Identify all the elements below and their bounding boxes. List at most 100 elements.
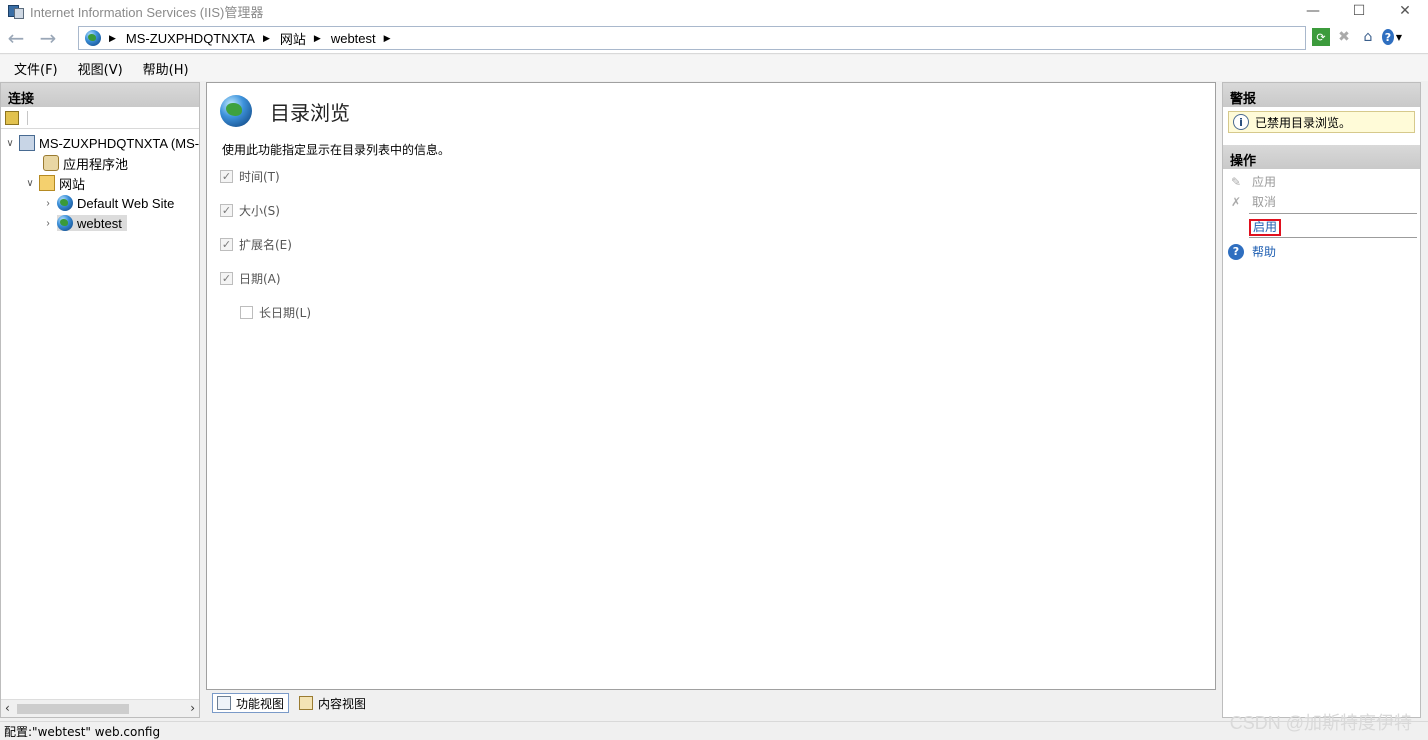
connections-toolbar bbox=[1, 107, 199, 129]
server-icon bbox=[19, 135, 35, 151]
home-icon[interactable]: ⌂ bbox=[1358, 26, 1378, 48]
checkbox-box[interactable]: ✓ bbox=[220, 238, 233, 251]
tree-node-app-pools[interactable]: 应用程序池 bbox=[43, 153, 128, 173]
breadcrumb-arrow-icon[interactable]: ▶ bbox=[384, 33, 391, 44]
tree-label-server[interactable]: MS-ZUXPHDQTNXTA (MS- bbox=[39, 136, 199, 151]
feature-title: 目录浏览 bbox=[270, 103, 350, 125]
horizontal-scrollbar[interactable]: ‹ › bbox=[1, 699, 199, 717]
checkbox-size[interactable]: ✓ 大小(S) bbox=[220, 202, 280, 219]
window-title: Internet Information Services (IIS)管理器 bbox=[30, 4, 264, 20]
apply-icon: ✎ bbox=[1230, 174, 1242, 189]
breadcrumb-arrow-icon[interactable]: ▶ bbox=[263, 33, 270, 44]
content-view-icon bbox=[299, 696, 314, 710]
toolbar-divider bbox=[27, 110, 28, 125]
checkbox-long-date[interactable]: 长日期(L) bbox=[240, 304, 311, 321]
action-label: 帮助 bbox=[1252, 245, 1277, 259]
action-enable[interactable]: 启用 bbox=[1249, 219, 1282, 236]
features-view-icon bbox=[217, 696, 231, 710]
refresh-icon[interactable]: ⟳ bbox=[1312, 28, 1330, 46]
checkbox-label: 日期(A) bbox=[239, 272, 281, 286]
alerts-title: 警报 bbox=[1223, 83, 1420, 107]
status-text: 配置:"webtest" web.config bbox=[4, 724, 161, 739]
breadcrumb-webtest[interactable]: webtest bbox=[331, 31, 376, 46]
status-bar: 配置:"webtest" web.config bbox=[0, 721, 1428, 740]
watermark-text: CSDN @加斯特度伊特 bbox=[1229, 713, 1412, 733]
view-tabs: 功能视图 内容视图 bbox=[206, 691, 1216, 715]
tab-label: 内容视图 bbox=[318, 696, 367, 711]
expand-icon[interactable]: › bbox=[43, 218, 53, 229]
tree-node-server[interactable]: ∨ MS-ZUXPHDQTNXTA (MS- bbox=[5, 133, 199, 153]
action-label[interactable]: 启用 bbox=[1249, 219, 1282, 236]
navigation-bar: ← → ▶ MS-ZUXPHDQTNXTA ▶ 网站 ▶ webtest ▶ ⟳… bbox=[0, 22, 1428, 54]
maximize-button[interactable]: ☐ bbox=[1336, 0, 1382, 22]
selected-node[interactable]: webtest bbox=[57, 215, 127, 231]
tab-features-view[interactable]: 功能视图 bbox=[212, 693, 290, 713]
stop-icon[interactable]: ✖ bbox=[1334, 26, 1354, 48]
actions-title: 操作 bbox=[1223, 145, 1420, 169]
tree-label-default-site[interactable]: Default Web Site bbox=[77, 196, 174, 211]
menu-file[interactable]: 文件(F) bbox=[14, 59, 58, 78]
tree-label-webtest[interactable]: webtest bbox=[77, 216, 122, 231]
checkbox-label: 扩展名(E) bbox=[239, 238, 292, 252]
checkbox-time[interactable]: ✓ 时间(T) bbox=[220, 168, 280, 185]
help-icon: ? bbox=[1228, 243, 1244, 260]
actions-pane: 警报 i 已禁用目录浏览。 操作 ✎ 应用 ✗ 取消 启用 ? 帮助 bbox=[1222, 82, 1421, 718]
scroll-thumb[interactable] bbox=[17, 704, 129, 714]
connections-pane: 连接 ∨ MS-ZUXPHDQTNXTA (MS- 应用程序池 ∨ 网站 › D… bbox=[0, 82, 200, 718]
action-help[interactable]: ? 帮助 bbox=[1228, 243, 1276, 260]
menu-view[interactable]: 视图(V) bbox=[78, 59, 123, 78]
feature-description: 使用此功能指定显示在目录列表中的信息。 bbox=[222, 143, 451, 157]
globe-icon bbox=[85, 30, 101, 46]
breadcrumb-arrow-icon[interactable]: ▶ bbox=[314, 33, 321, 44]
actions-divider bbox=[1249, 237, 1417, 238]
tab-label: 功能视图 bbox=[236, 696, 285, 711]
alert-message: 已禁用目录浏览。 bbox=[1255, 115, 1352, 130]
expand-icon[interactable]: › bbox=[43, 198, 53, 209]
app-pool-icon bbox=[43, 155, 59, 171]
forward-button[interactable]: → bbox=[36, 26, 60, 50]
collapse-icon[interactable]: ∨ bbox=[5, 138, 15, 149]
scroll-left-icon[interactable]: ‹ bbox=[5, 701, 10, 715]
checkbox-label: 时间(T) bbox=[239, 170, 280, 184]
tree-node-sites[interactable]: ∨ 网站 bbox=[25, 173, 85, 193]
breadcrumb-arrow-icon[interactable]: ▶ bbox=[109, 33, 116, 44]
checkbox-date[interactable]: ✓ 日期(A) bbox=[220, 270, 281, 287]
scroll-right-icon[interactable]: › bbox=[190, 701, 195, 715]
alert-message-box: i 已禁用目录浏览。 bbox=[1228, 111, 1415, 133]
checkbox-extension[interactable]: ✓ 扩展名(E) bbox=[220, 236, 292, 253]
checkbox-box[interactable]: ✓ bbox=[220, 272, 233, 285]
close-button[interactable]: ✕ bbox=[1382, 0, 1428, 22]
breadcrumb-server[interactable]: MS-ZUXPHDQTNXTA bbox=[126, 31, 255, 46]
address-bar[interactable]: ▶ MS-ZUXPHDQTNXTA ▶ 网站 ▶ webtest ▶ bbox=[78, 26, 1306, 50]
connect-icon[interactable] bbox=[5, 110, 19, 125]
title-bar: Internet Information Services (IIS)管理器 —… bbox=[0, 0, 1428, 22]
tree-label-app-pools[interactable]: 应用程序池 bbox=[63, 154, 128, 173]
minimize-button[interactable]: — bbox=[1290, 0, 1336, 22]
menu-help[interactable]: 帮助(H) bbox=[143, 59, 189, 78]
connections-title: 连接 bbox=[1, 83, 199, 107]
website-icon bbox=[57, 215, 73, 231]
checkbox-label: 大小(S) bbox=[239, 204, 280, 218]
feature-pane: 目录浏览 使用此功能指定显示在目录列表中的信息。 ✓ 时间(T) ✓ 大小(S)… bbox=[206, 82, 1216, 690]
website-icon bbox=[57, 195, 73, 211]
actions-divider bbox=[1249, 213, 1417, 214]
checkbox-label: 长日期(L) bbox=[259, 306, 312, 320]
tree-node-default-site[interactable]: › Default Web Site bbox=[43, 193, 174, 213]
action-label: 应用 bbox=[1252, 175, 1277, 189]
checkbox-box[interactable]: ✓ bbox=[220, 170, 233, 183]
sites-folder-icon bbox=[39, 175, 55, 191]
checkbox-box[interactable]: ✓ bbox=[220, 204, 233, 217]
checkbox-box[interactable] bbox=[240, 306, 253, 319]
iis-manager-icon bbox=[8, 3, 24, 19]
tree-label-sites[interactable]: 网站 bbox=[59, 174, 85, 193]
collapse-icon[interactable]: ∨ bbox=[25, 178, 35, 189]
help-dropdown-icon[interactable]: ? ▼ bbox=[1382, 26, 1402, 48]
tab-content-view[interactable]: 内容视图 bbox=[295, 693, 370, 713]
action-cancel[interactable]: ✗ 取消 bbox=[1228, 193, 1276, 210]
breadcrumb-sites[interactable]: 网站 bbox=[280, 29, 306, 48]
back-button[interactable]: ← bbox=[4, 26, 28, 50]
directory-browsing-icon bbox=[220, 95, 252, 127]
action-label: 取消 bbox=[1252, 195, 1277, 209]
action-apply[interactable]: ✎ 应用 bbox=[1228, 173, 1276, 190]
tree-node-webtest[interactable]: › webtest bbox=[43, 213, 127, 233]
